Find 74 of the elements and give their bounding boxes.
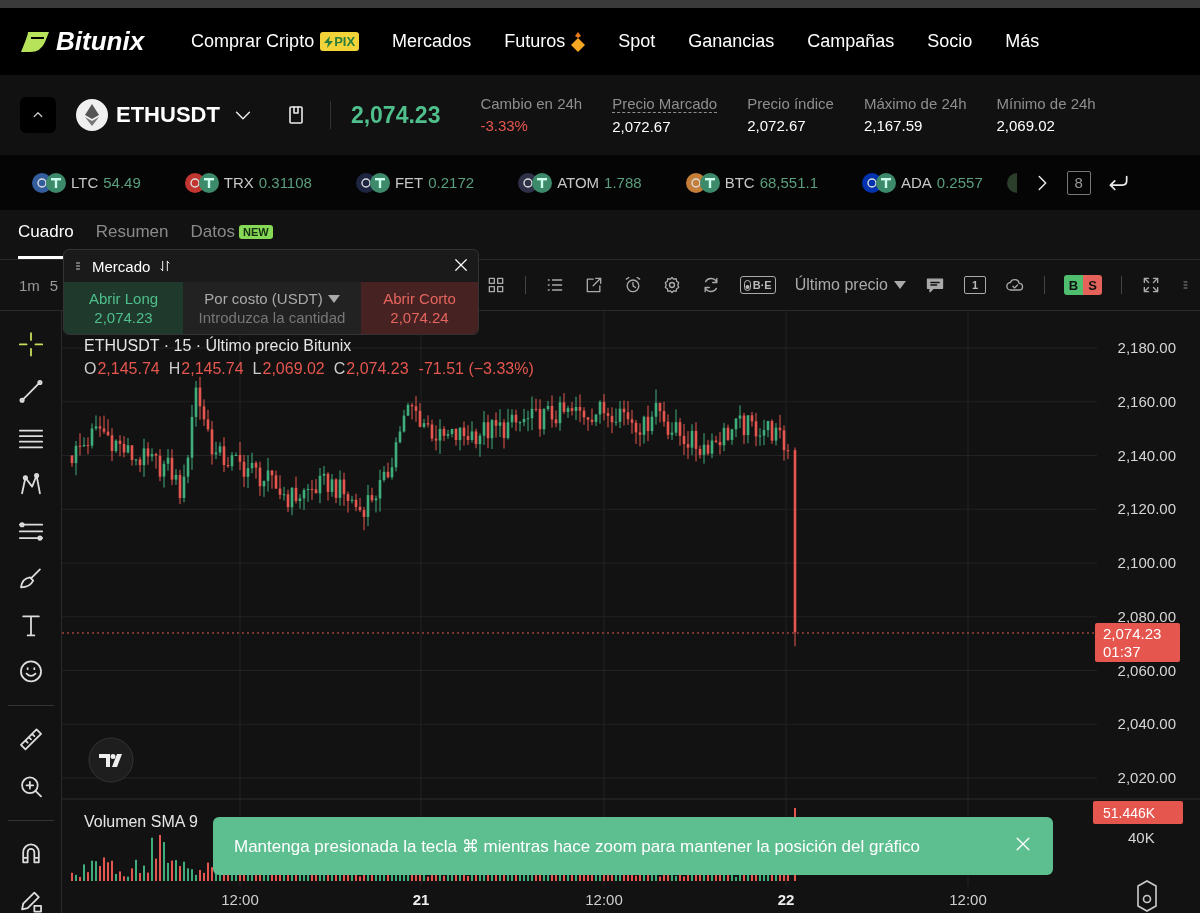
nav-link[interactable]: Más bbox=[1005, 31, 1040, 52]
interval-option[interactable]: 1m bbox=[19, 276, 40, 294]
ohlc-value: H2,145.74 bbox=[168, 360, 244, 378]
ticker-symbol[interactable]: LTC bbox=[71, 174, 99, 191]
price-label: 2,020.00 bbox=[1117, 769, 1176, 786]
nav-link[interactable]: Comprar Cripto PIX bbox=[191, 31, 360, 52]
ticker-symbol[interactable]: ADA bbox=[901, 174, 932, 191]
ticker-symbol[interactable]: BTC bbox=[724, 174, 755, 191]
time-label: 22 bbox=[777, 891, 795, 908]
open-short-button[interactable]: Abrir Corto 2,074.24 bbox=[361, 282, 478, 334]
new-badge: NEW bbox=[238, 225, 273, 239]
price-label: 2,140.00 bbox=[1117, 446, 1176, 464]
price-source-dropdown[interactable]: Último precio bbox=[794, 276, 906, 294]
nav-link[interactable]: Spot bbox=[618, 31, 656, 52]
chart-title: ETHUSDT · 15 · Último precio Bitunix bbox=[84, 337, 352, 355]
pair-symbol[interactable]: ETHUSDT bbox=[116, 102, 220, 128]
countdown: 01:37 bbox=[1103, 643, 1141, 660]
price-label: 2,120.00 bbox=[1117, 500, 1176, 518]
price-label: 2,180.00 bbox=[1117, 339, 1176, 356]
stat-label: Mínimo de 24h bbox=[996, 95, 1096, 112]
stat-label: Precio Marcado bbox=[612, 95, 718, 113]
open-long-button[interactable]: Abrir Long 2,074.23 bbox=[64, 282, 183, 334]
amount-input[interactable]: Introduzca la cantidad bbox=[187, 309, 357, 326]
ticker-price: 54.49 bbox=[103, 174, 141, 191]
price-label: 2,100.00 bbox=[1117, 554, 1176, 571]
nav-link[interactable]: Ganancias bbox=[688, 31, 775, 52]
counter-icon[interactable]: 1 bbox=[964, 276, 986, 294]
ticker-price: 0.2172 bbox=[428, 174, 475, 191]
stat-value: -3.33% bbox=[480, 117, 529, 134]
last-price: 2,074.23 bbox=[350, 101, 441, 129]
price-label: 2,080.00 bbox=[1117, 607, 1176, 625]
nav-link[interactable]: Socio bbox=[927, 31, 973, 52]
ticker-price: 0.2557 bbox=[936, 174, 983, 191]
price-change: -71.51 (−3.33%) bbox=[418, 360, 534, 378]
brand-name[interactable]: Bitunix bbox=[56, 26, 145, 57]
ticker-price: 0.31108 bbox=[258, 174, 312, 191]
amount-mode-dropdown[interactable]: Por costo (USDT) bbox=[204, 290, 340, 307]
counter-badge[interactable]: 8 bbox=[1066, 170, 1091, 195]
time-label: 12:00 bbox=[949, 891, 987, 908]
stat-label: Máximo de 24h bbox=[863, 95, 967, 112]
pix-badge: PIX bbox=[320, 32, 360, 51]
volume-axis-label: 40K bbox=[1128, 829, 1155, 846]
nav-link[interactable]: Mercados bbox=[392, 31, 472, 52]
stat-value: 2,167.59 bbox=[863, 117, 924, 134]
stat-label: Precio índice bbox=[747, 95, 834, 112]
price-label: 2,040.00 bbox=[1117, 715, 1176, 733]
volume-title: Volumen SMA 9 bbox=[84, 813, 198, 831]
ohlc-value: C2,074.23 bbox=[333, 360, 409, 378]
ticker-symbol[interactable]: FET bbox=[394, 174, 424, 191]
price-label: 2,060.00 bbox=[1117, 661, 1176, 679]
amount-field[interactable]: Por costo (USDT) Introduzca la cantidad bbox=[183, 282, 361, 334]
nav-link[interactable]: Futuros bbox=[504, 31, 586, 52]
time-label: 12:00 bbox=[585, 891, 623, 908]
price-label: 2,160.00 bbox=[1117, 392, 1176, 410]
volume-value: 51.446K bbox=[1103, 805, 1156, 821]
ohlc-value: L2,069.02 bbox=[252, 360, 325, 378]
tab[interactable]: Resumen bbox=[95, 221, 169, 259]
interval-option[interactable]: 5 bbox=[49, 276, 59, 294]
ohlc-value: O2,145.74 bbox=[84, 360, 160, 378]
stat-value: 2,072.67 bbox=[612, 118, 672, 135]
ticker-price: 68,551.1 bbox=[759, 174, 818, 191]
ticker-symbol[interactable]: ATOM bbox=[557, 174, 600, 191]
stat-label: Cambio en 24h bbox=[480, 95, 583, 112]
nav-link[interactable]: Campañas bbox=[807, 31, 895, 52]
ticker-symbol[interactable]: TRX bbox=[223, 174, 254, 191]
order-type[interactable]: Mercado bbox=[92, 257, 151, 275]
stat-value: 2,069.02 bbox=[996, 117, 1056, 134]
toast-message: Mantenga presionada la tecla ⌘ mientras hace zoom para mantener la posición del gráfico bbox=[234, 835, 921, 857]
time-label: 21 bbox=[412, 891, 430, 908]
ticker-price: 1.788 bbox=[604, 174, 642, 191]
time-label: 12:00 bbox=[221, 891, 259, 908]
order-book-toggle[interactable]: B·E bbox=[739, 276, 776, 294]
last-price: 2,074.23 bbox=[1103, 625, 1162, 642]
stat-value: 2,072.67 bbox=[747, 117, 807, 134]
